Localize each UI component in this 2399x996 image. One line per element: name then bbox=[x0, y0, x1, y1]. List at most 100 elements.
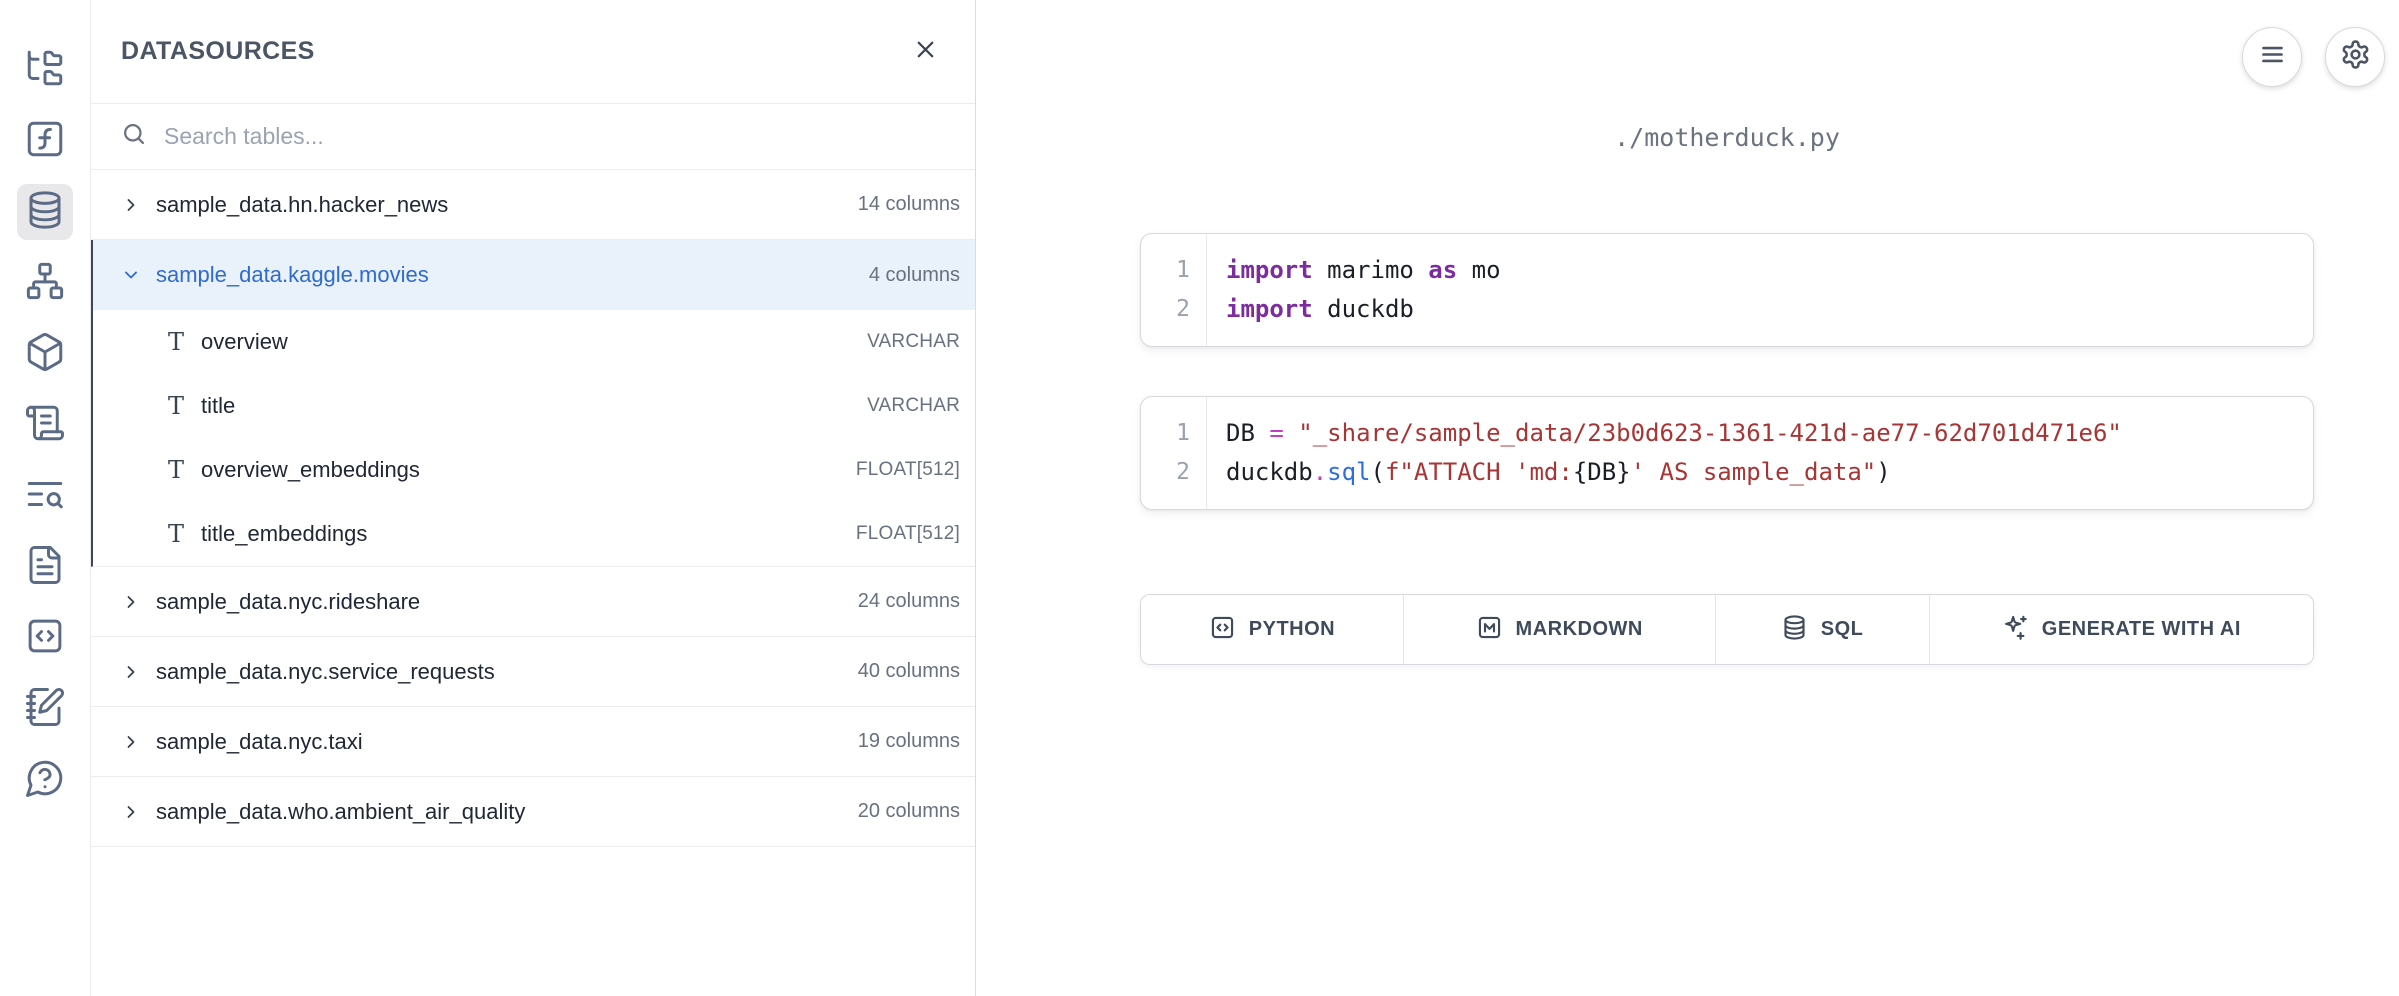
add-cell-python-button[interactable]: PYTHON bbox=[1141, 595, 1404, 664]
sidebar-item-variables[interactable] bbox=[17, 113, 73, 169]
code-line: import marimo as mo bbox=[1226, 251, 1501, 290]
add-cell-button-label: SQL bbox=[1821, 618, 1864, 641]
table-name: sample_data.nyc.service_requests bbox=[156, 659, 495, 685]
panel-header: DATASOURCES bbox=[91, 0, 975, 104]
sidebar-item-help[interactable] bbox=[17, 752, 73, 808]
add-cell-button-label: MARKDOWN bbox=[1516, 618, 1643, 641]
add-cell-generate-with-ai-button[interactable]: GENERATE WITH AI bbox=[1930, 595, 2313, 664]
add-cell-sql-button[interactable]: SQL bbox=[1716, 595, 1930, 664]
column-type: VARCHAR bbox=[867, 395, 960, 417]
table-name: sample_data.hn.hacker_news bbox=[156, 192, 448, 218]
sidebar-item-dependencies[interactable] bbox=[17, 255, 73, 311]
chat-question-icon bbox=[24, 757, 66, 804]
database-icon bbox=[1781, 614, 1808, 646]
table-name: sample_data.nyc.taxi bbox=[156, 729, 363, 755]
sidebar-item-documentation[interactable] bbox=[17, 539, 73, 595]
table-row[interactable]: sample_data.hn.hacker_news 14 columns bbox=[91, 170, 975, 240]
sidebar-item-packages[interactable] bbox=[17, 326, 73, 382]
code-cell[interactable]: 12import marimo as moimport duckdb bbox=[1140, 233, 2314, 347]
sidebar-item-snippets[interactable] bbox=[17, 610, 73, 666]
app-window: DATASOURCES sample_data.hn.hacker_news 14… bbox=[0, 0, 2399, 996]
chevron-right-icon bbox=[121, 592, 141, 612]
column-count: 20 columns bbox=[858, 800, 960, 823]
file-text-icon bbox=[24, 544, 66, 591]
notebook-filename: ./motherduck.py bbox=[1140, 123, 2314, 152]
code-line: duckdb.sql(f"ATTACH 'md:{DB}' AS sample_… bbox=[1226, 453, 2122, 492]
table-row[interactable]: sample_data.nyc.rideshare 24 columns bbox=[91, 567, 975, 637]
menu-button[interactable] bbox=[2242, 27, 2302, 87]
sidebar-item-scratchpad[interactable] bbox=[17, 681, 73, 737]
code-cell[interactable]: 12DB = "_share/sample_data/23b0d623-1361… bbox=[1140, 396, 2314, 510]
panel-title: DATASOURCES bbox=[121, 37, 315, 66]
chevron-right-icon bbox=[121, 732, 141, 752]
chevron-right-icon bbox=[121, 802, 141, 822]
gear-icon bbox=[2340, 39, 2371, 75]
column-count: 24 columns bbox=[858, 590, 960, 613]
add-cell-button-label: PYTHON bbox=[1249, 618, 1335, 641]
column-row[interactable]: Toverview VARCHAR bbox=[93, 310, 975, 374]
column-name: title bbox=[201, 393, 235, 419]
table-name: sample_data.kaggle.movies bbox=[156, 262, 429, 288]
sidebar-item-file-explorer[interactable] bbox=[17, 42, 73, 98]
line-number-gutter: 12 bbox=[1141, 234, 1207, 346]
header-actions bbox=[2242, 27, 2385, 87]
markdown-square-icon bbox=[1476, 614, 1503, 646]
column-count: 14 columns bbox=[858, 193, 960, 216]
text-type-icon: T bbox=[168, 458, 184, 482]
text-type-icon: T bbox=[168, 330, 184, 354]
column-row[interactable]: Toverview_embeddings FLOAT[512] bbox=[93, 438, 975, 502]
text-type-icon: T bbox=[168, 394, 184, 418]
search-icon bbox=[121, 121, 148, 153]
code-square-icon bbox=[24, 615, 66, 662]
table-row[interactable]: sample_data.kaggle.movies 4 columns bbox=[93, 240, 975, 310]
sidebar-item-logs[interactable] bbox=[17, 468, 73, 524]
cells-container: 12import marimo as moimport duckdb12DB =… bbox=[1140, 233, 2314, 510]
network-icon bbox=[24, 260, 66, 307]
table-row[interactable]: sample_data.nyc.service_requests40 colum… bbox=[91, 637, 975, 707]
code-square-icon bbox=[1209, 614, 1236, 646]
chevron-down-icon bbox=[121, 265, 141, 285]
chevron-right-icon bbox=[121, 195, 141, 215]
code-editor[interactable]: DB = "_share/sample_data/23b0d623-1361-4… bbox=[1207, 397, 2142, 509]
scroll-text-icon bbox=[24, 402, 66, 449]
column-name: overview_embeddings bbox=[201, 457, 420, 483]
column-name: overview bbox=[201, 329, 288, 355]
column-type: FLOAT[512] bbox=[856, 523, 960, 545]
chevron-right-icon bbox=[121, 662, 141, 682]
close-panel-button[interactable] bbox=[903, 30, 947, 74]
database-icon bbox=[24, 189, 66, 236]
search-input[interactable] bbox=[164, 123, 945, 150]
table-name: sample_data.who.ambient_air_quality bbox=[156, 799, 525, 825]
expanded-table-group: sample_data.kaggle.movies 4 columns Toverv… bbox=[91, 240, 975, 567]
add-cell-bar: PYTHON MARKDOWN SQL GENERATE WITH AI bbox=[1140, 594, 2314, 665]
column-count: 4 columns bbox=[869, 264, 960, 287]
table-row[interactable]: sample_data.who.ambient_air_quality 20 co… bbox=[91, 777, 975, 847]
folder-tree-icon bbox=[24, 47, 66, 94]
line-number-gutter: 12 bbox=[1141, 397, 1207, 509]
table-row[interactable]: sample_data.nyc.taxi 19 columns bbox=[91, 707, 975, 777]
column-row[interactable]: Ttitle VARCHAR bbox=[93, 374, 975, 438]
text-search-icon bbox=[24, 473, 66, 520]
column-type: VARCHAR bbox=[867, 331, 960, 353]
datasources-panel: DATASOURCES sample_data.hn.hacker_news 14… bbox=[91, 0, 976, 996]
code-editor[interactable]: import marimo as moimport duckdb bbox=[1207, 234, 1521, 346]
column-count: 19 columns bbox=[858, 730, 960, 753]
text-type-icon: T bbox=[168, 522, 184, 546]
table-name: sample_data.nyc.rideshare bbox=[156, 589, 420, 615]
column-name: title_embeddings bbox=[201, 521, 367, 547]
sidebar-item-datasources[interactable] bbox=[17, 184, 73, 240]
code-line: import duckdb bbox=[1226, 290, 1501, 329]
sidebar-icon-rail bbox=[0, 0, 91, 996]
close-icon bbox=[912, 36, 939, 68]
add-cell-markdown-button[interactable]: MARKDOWN bbox=[1404, 595, 1716, 664]
sparkles-icon bbox=[2002, 614, 2029, 646]
function-square-icon bbox=[24, 118, 66, 165]
column-type: FLOAT[512] bbox=[856, 459, 960, 481]
column-row[interactable]: Ttitle_embeddings FLOAT[512] bbox=[93, 502, 975, 566]
search-bar bbox=[91, 104, 975, 170]
settings-button[interactable] bbox=[2325, 27, 2385, 87]
notebook-main-column: 12import marimo as moimport duckdb12DB =… bbox=[1140, 233, 2314, 665]
add-cell-button-label: GENERATE WITH AI bbox=[2042, 618, 2241, 641]
table-list: sample_data.hn.hacker_news14 columnssamp… bbox=[91, 170, 975, 847]
sidebar-item-outline[interactable] bbox=[17, 397, 73, 453]
